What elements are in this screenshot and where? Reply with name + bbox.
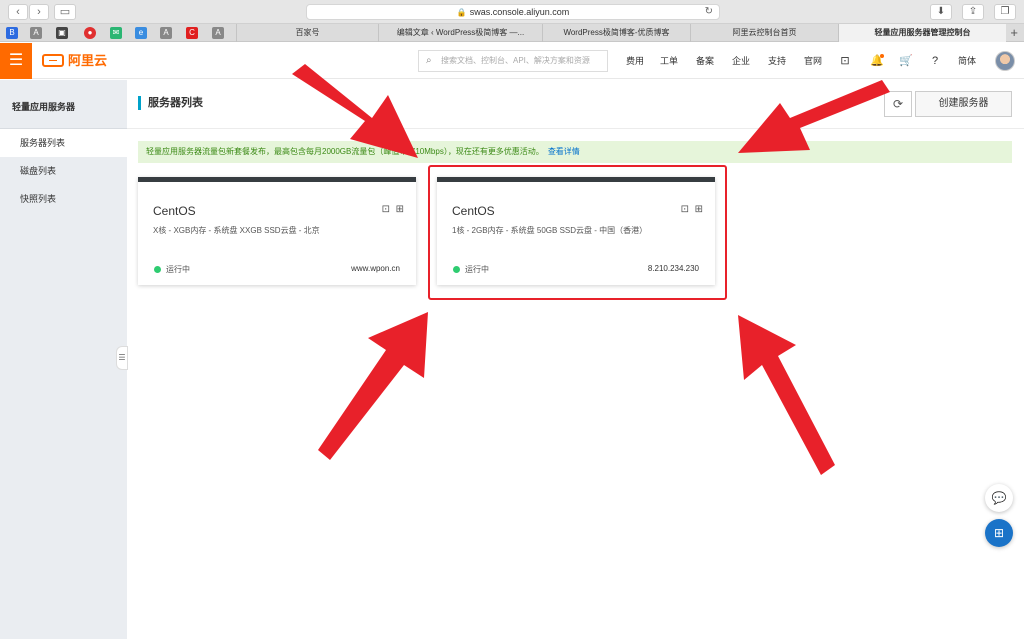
address-bar[interactable]: 🔒 swas.console.aliyun.com ↻ <box>306 4 720 20</box>
favicon-icon[interactable]: ✉ <box>110 27 122 39</box>
server-os: CentOS <box>153 204 196 218</box>
create-server-button[interactable]: 创建服务器 <box>915 91 1012 117</box>
browser-tab[interactable]: 阿里云控制台首页 <box>690 24 838 42</box>
sidebar-toggle-icon[interactable]: ▭ <box>54 4 76 20</box>
server-address: www.wpon.cn <box>351 264 400 273</box>
back-button[interactable]: ‹ <box>8 4 28 20</box>
annotation-highlight-box <box>428 165 727 300</box>
arrow-bottom-left <box>318 312 428 460</box>
url-text: swas.console.aliyun.com <box>469 7 570 17</box>
avatar[interactable] <box>995 51 1015 71</box>
promo-banner: 轻量应用服务器流量包新套餐发布，最高包含每月2000GB流量包（峰值带宽10Mb… <box>138 141 1012 163</box>
lock-icon: 🔒 <box>456 8 467 17</box>
promo-link[interactable]: 查看详情 <box>548 147 580 156</box>
tab-bar: B A ▣ ● ✉ e A C A 百家号 编辑文章 ‹ WordPress极简… <box>0 24 1024 42</box>
nav-billing[interactable]: 费用 <box>626 43 644 79</box>
browser-tab[interactable]: 编辑文章 ‹ WordPress极简博客 —... <box>378 24 542 42</box>
favicon-icon[interactable]: e <box>135 27 147 39</box>
aliyun-logo[interactable]: 阿里云 <box>42 53 107 69</box>
favicon-icon[interactable]: B <box>6 27 18 39</box>
search-input[interactable]: ⌕ 搜索文档、控制台、API、解决方案和资源 <box>418 50 608 72</box>
language-switch[interactable]: 简体 <box>958 43 976 79</box>
new-tab-icon[interactable]: + <box>1010 25 1018 40</box>
favicon-icon[interactable]: A <box>160 27 172 39</box>
sidebar-title: 轻量应用服务器 <box>12 102 76 112</box>
favicon-icon[interactable]: ▣ <box>56 27 68 39</box>
page-title: 服务器列表 <box>138 96 203 110</box>
favicon-icon[interactable]: ● <box>84 27 96 39</box>
cart-icon[interactable]: 🛒 <box>899 54 913 68</box>
arrow-bottom-right <box>738 315 835 475</box>
app-header: ☰ 阿里云 ⌕ 搜索文档、控制台、API、解决方案和资源 费用 工单 备案 企业 … <box>0 43 1024 79</box>
refresh-icon: ⟳ <box>892 97 904 111</box>
chat-icon[interactable]: 💬 <box>985 484 1013 512</box>
sidebar: 轻量应用服务器 服务器列表 磁盘列表 快照列表 <box>0 80 127 639</box>
download-icon[interactable]: ⬇ <box>930 4 952 20</box>
help-icon[interactable]: ? <box>928 54 942 68</box>
server-spec: X核 - XGB内存 - 系统盘 XXGB SSD云盘 - 北京 <box>153 226 320 235</box>
apps-icon[interactable]: ⊞ <box>985 519 1013 547</box>
sidebar-item-disks[interactable]: 磁盘列表 <box>0 157 127 185</box>
search-icon: ⌕ <box>426 55 432 66</box>
nav-tickets[interactable]: 工单 <box>660 43 678 79</box>
reload-icon[interactable]: ↻ <box>705 5 713 19</box>
terminal-icon[interactable]: ⊡ <box>838 54 852 68</box>
browser-toolbar: ‹ › ▭ 🔒 swas.console.aliyun.com ↻ ⬇ ⇪ ❐ <box>0 0 1024 24</box>
sidebar-item-snapshots[interactable]: 快照列表 <box>0 185 127 213</box>
tabs-overview-icon[interactable]: ❐ <box>994 4 1016 20</box>
server-status: 运行中 <box>166 265 190 274</box>
favicon-icon[interactable]: A <box>30 27 42 39</box>
nav-enterprise[interactable]: 企业 <box>732 43 750 79</box>
forward-button[interactable]: › <box>29 4 49 20</box>
server-card[interactable]: CentOS ⊡ ⊞ X核 - XGB内存 - 系统盘 XXGB SSD云盘 -… <box>138 177 416 285</box>
favicon-icon[interactable]: A <box>212 27 224 39</box>
sidebar-item-servers[interactable]: 服务器列表 <box>0 129 127 157</box>
share-icon[interactable]: ⇪ <box>962 4 984 20</box>
browser-tab-active[interactable]: 轻量应用服务器管理控制台 <box>838 24 1006 42</box>
notification-dot <box>880 54 884 58</box>
nav-support[interactable]: 支持 <box>768 43 786 79</box>
remote-connect-icon[interactable]: ⊡ <box>382 204 390 215</box>
promo-text: 轻量应用服务器流量包新套餐发布，最高包含每月2000GB流量包（峰值带宽10Mb… <box>146 147 544 156</box>
logo-mark-icon <box>42 54 64 67</box>
collapse-sidebar-icon[interactable]: ☰ <box>116 346 128 370</box>
divider <box>127 128 1024 129</box>
favicon-icon[interactable]: C <box>186 27 198 39</box>
grid-more-icon[interactable]: ⊞ <box>396 204 404 215</box>
running-status-icon <box>154 266 161 273</box>
refresh-button[interactable]: ⟳ <box>884 91 912 117</box>
hamburger-menu-icon[interactable]: ☰ <box>0 43 32 79</box>
nav-icp[interactable]: 备案 <box>696 43 714 79</box>
browser-tab[interactable]: 百家号 <box>236 24 378 42</box>
browser-tab[interactable]: WordPress极简博客-优质博客 <box>542 24 690 42</box>
nav-official-site[interactable]: 官网 <box>804 43 822 79</box>
